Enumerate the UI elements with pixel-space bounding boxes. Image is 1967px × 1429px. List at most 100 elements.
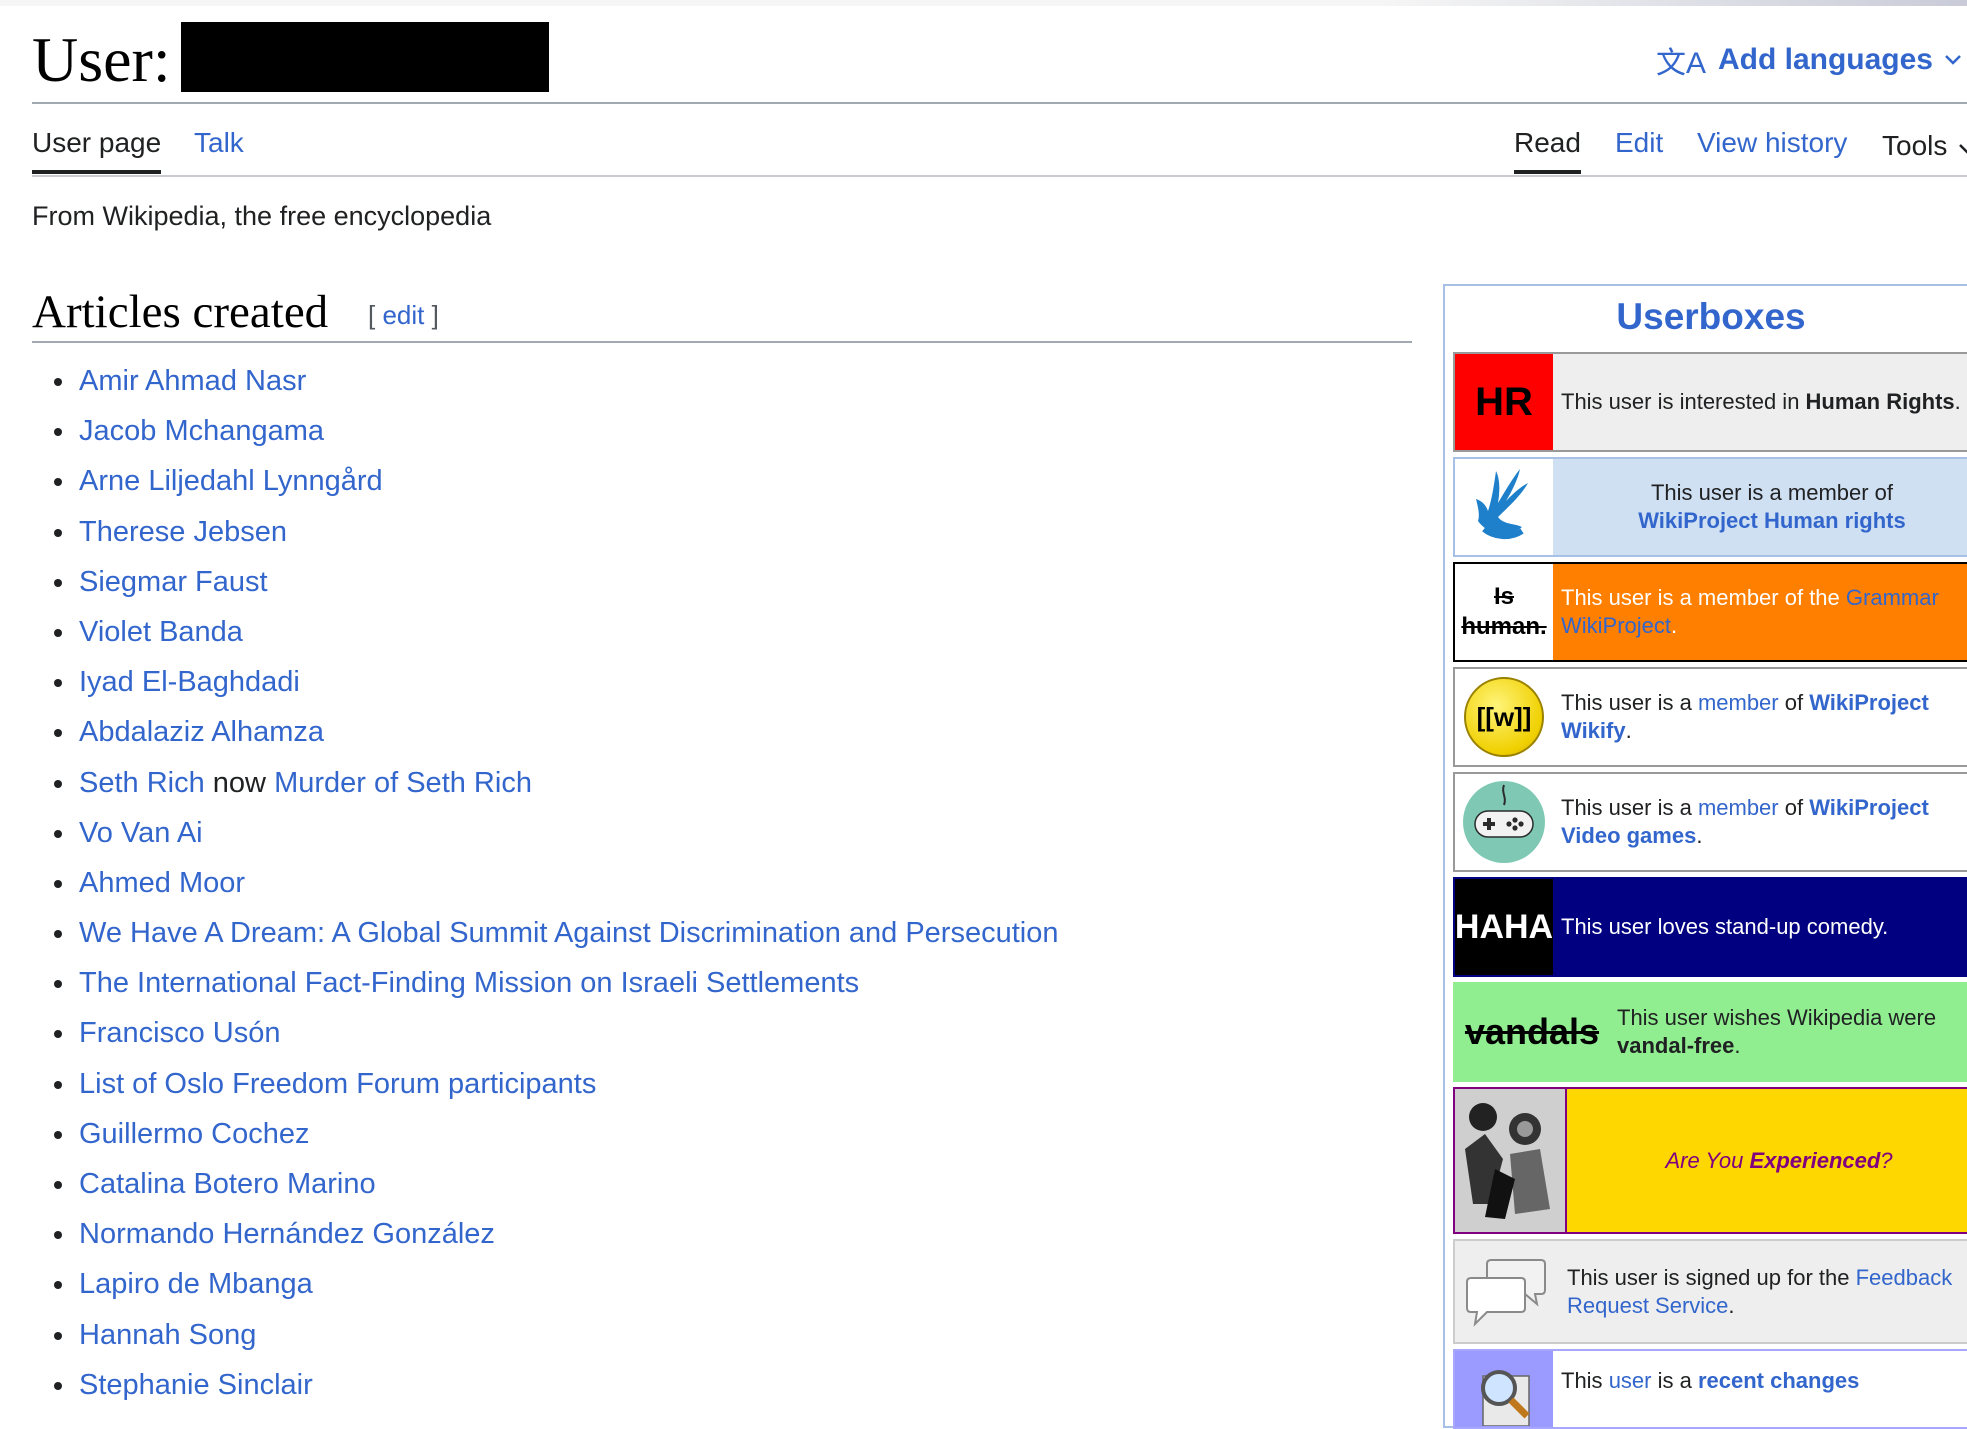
userbox-grammar: Is human. This user is a member of the G… (1453, 562, 1967, 662)
article-link[interactable]: List of Oslo Freedom Forum participants (79, 1068, 596, 1100)
article-link[interactable]: The International Fact-Finding Mission o… (79, 967, 859, 999)
tabs-divider (32, 175, 1967, 177)
userbox-wikify: [[w]] This user is a member of WikiProje… (1453, 667, 1967, 767)
userbox-text: This user is a recent changes (1561, 1368, 1860, 1393)
userbox-text: This user is a member of WikiProject Wik… (1561, 690, 1929, 743)
article-link[interactable]: Lapiro de Mbanga (79, 1268, 313, 1300)
top-strip (0, 0, 1967, 6)
section-heading: Articles created (32, 286, 329, 338)
userbox-text: This user is signed up for the Feedback … (1567, 1264, 1953, 1318)
wikiproject-human-rights-link[interactable]: WikiProject Human rights (1638, 508, 1906, 533)
list-item: Violet Banda (52, 612, 1058, 662)
member-link[interactable]: member (1698, 690, 1779, 715)
userbox-recent-changes: This user is a recent changes (1453, 1349, 1967, 1429)
list-item: Hannah Song (52, 1315, 1058, 1365)
tab-tools[interactable]: Tools (1882, 129, 1967, 163)
article-link[interactable]: Seth Rich (79, 767, 205, 799)
grammar-icon: Is human. (1455, 564, 1553, 660)
article-link[interactable]: Guillermo Cochez (79, 1118, 309, 1150)
list-item: Amir Ahmad Nasr (52, 361, 1058, 411)
language-icon: 文A (1655, 47, 1706, 80)
list-item: Jacob Mchangama (52, 411, 1058, 461)
add-languages-button[interactable]: 文A Add languages (1656, 38, 1967, 82)
article-link[interactable]: Hannah Song (79, 1319, 256, 1351)
speech-bubbles-icon (1455, 1241, 1559, 1342)
articles-list: Amir Ahmad Nasr Jacob Mchangama Arne Lil… (52, 361, 1058, 1415)
gamepad-icon (1455, 774, 1553, 870)
section-divider (32, 341, 1412, 343)
section-edit-link[interactable]: edit (382, 300, 424, 330)
list-item: List of Oslo Freedom Forum participants (52, 1064, 1058, 1114)
article-link[interactable]: Francisco Usón (79, 1017, 280, 1049)
now-text: now (204, 766, 275, 799)
userbox-human-rights: HR This user is interested in Human Righ… (1453, 352, 1967, 452)
article-link[interactable]: We Have A Dream: A Global Summit Against… (79, 917, 1058, 949)
userbox-experienced: Are You Experienced? (1453, 1087, 1967, 1234)
article-link[interactable]: Abdalaziz Alhamza (79, 716, 324, 748)
article-link[interactable]: Normando Hernández González (79, 1218, 495, 1250)
article-link[interactable]: Therese Jebsen (79, 516, 287, 548)
userbox-text: This user wishes Wikipedia were vandal-f… (1617, 1005, 1937, 1058)
userbox-video-games: This user is a member of WikiProject Vid… (1453, 772, 1967, 872)
list-item: Iyad El-Baghdadi (52, 662, 1058, 712)
article-link[interactable]: Murder of Seth Rich (274, 767, 532, 799)
chevron-down-icon (1945, 55, 1961, 65)
haha-icon: HAHA (1455, 879, 1553, 975)
article-link[interactable]: Violet Banda (79, 616, 243, 648)
userbox-wikiproject-human-rights: This user is a member of WikiProject Huma… (1453, 457, 1967, 557)
list-item: Therese Jebsen (52, 512, 1058, 562)
album-cover-image (1455, 1089, 1567, 1232)
userbox-text: This user is a member of WikiProject Huma… (1638, 480, 1906, 533)
site-tagline: From Wikipedia, the free encyclopedia (32, 201, 492, 231)
list-item: The International Fact-Finding Mission o… (52, 963, 1058, 1013)
list-item: Vo Van Ai (52, 813, 1058, 863)
magnifier-icon (1455, 1351, 1553, 1427)
userbox-comedy: HAHA This user loves stand-up comedy. (1453, 877, 1967, 977)
chevron-down-icon (1959, 144, 1967, 154)
article-link[interactable]: Ahmed Moor (79, 867, 245, 899)
userboxes-title: Userboxes (1616, 296, 1806, 337)
add-languages-label: Add languages (1717, 43, 1933, 76)
userbox-text: This user loves stand-up comedy. (1561, 914, 1889, 939)
article-link[interactable]: Catalina Botero Marino (79, 1168, 376, 1200)
list-item: Stephanie Sinclair (52, 1365, 1058, 1415)
hr-icon: HR (1455, 354, 1553, 450)
userbox-text: This user is interested in Human Rights. (1561, 389, 1961, 414)
user-link[interactable]: user (1609, 1368, 1652, 1393)
article-link[interactable]: Amir Ahmad Nasr (79, 365, 306, 397)
list-item: We Have A Dream: A Global Summit Against… (52, 913, 1058, 963)
tab-user-page[interactable]: User page (32, 126, 162, 174)
tab-edit[interactable]: Edit (1615, 126, 1663, 160)
list-item: Seth Rich now Murder of Seth Rich (52, 763, 1058, 813)
human-rights-logo-icon (1455, 459, 1553, 555)
article-link[interactable]: Stephanie Sinclair (79, 1369, 313, 1401)
list-item: Normando Hernández González (52, 1214, 1058, 1264)
list-item: Siegmar Faust (52, 562, 1058, 612)
tab-read[interactable]: Read (1514, 126, 1581, 174)
list-item: Guillermo Cochez (52, 1114, 1058, 1164)
section-edit: [ edit ] (368, 300, 439, 330)
userbox-text: Are You Experienced? (1665, 1147, 1893, 1173)
member-link[interactable]: member (1698, 795, 1779, 820)
recent-changes-link[interactable]: recent changes (1698, 1368, 1859, 1393)
article-link[interactable]: Vo Van Ai (79, 817, 203, 849)
list-item: Catalina Botero Marino (52, 1164, 1058, 1214)
tab-talk[interactable]: Talk (194, 126, 244, 160)
list-item: Ahmed Moor (52, 863, 1058, 913)
userbox-feedback-request: This user is signed up for the Feedback … (1453, 1239, 1967, 1344)
vandals-icon: vandals (1464, 1011, 1600, 1052)
tools-label: Tools (1882, 130, 1948, 161)
article-link[interactable]: Iyad El-Baghdadi (79, 666, 300, 698)
list-item: Abdalaziz Alhamza (52, 712, 1058, 762)
list-item: Lapiro de Mbanga (52, 1264, 1058, 1314)
title-divider (32, 102, 1967, 104)
page-tabs: User page Talk Read Edit View history To… (32, 120, 1967, 176)
article-link[interactable]: Siegmar Faust (79, 566, 268, 598)
page-title: User: (32, 24, 171, 95)
userbox-text: This user is a member of WikiProject Vid… (1561, 795, 1929, 848)
list-item: Arne Liljedahl Lynngård (52, 461, 1058, 511)
tab-view-history[interactable]: View history (1697, 126, 1847, 160)
list-item: Francisco Usón (52, 1013, 1058, 1063)
article-link[interactable]: Arne Liljedahl Lynngård (79, 465, 383, 497)
article-link[interactable]: Jacob Mchangama (79, 415, 324, 447)
